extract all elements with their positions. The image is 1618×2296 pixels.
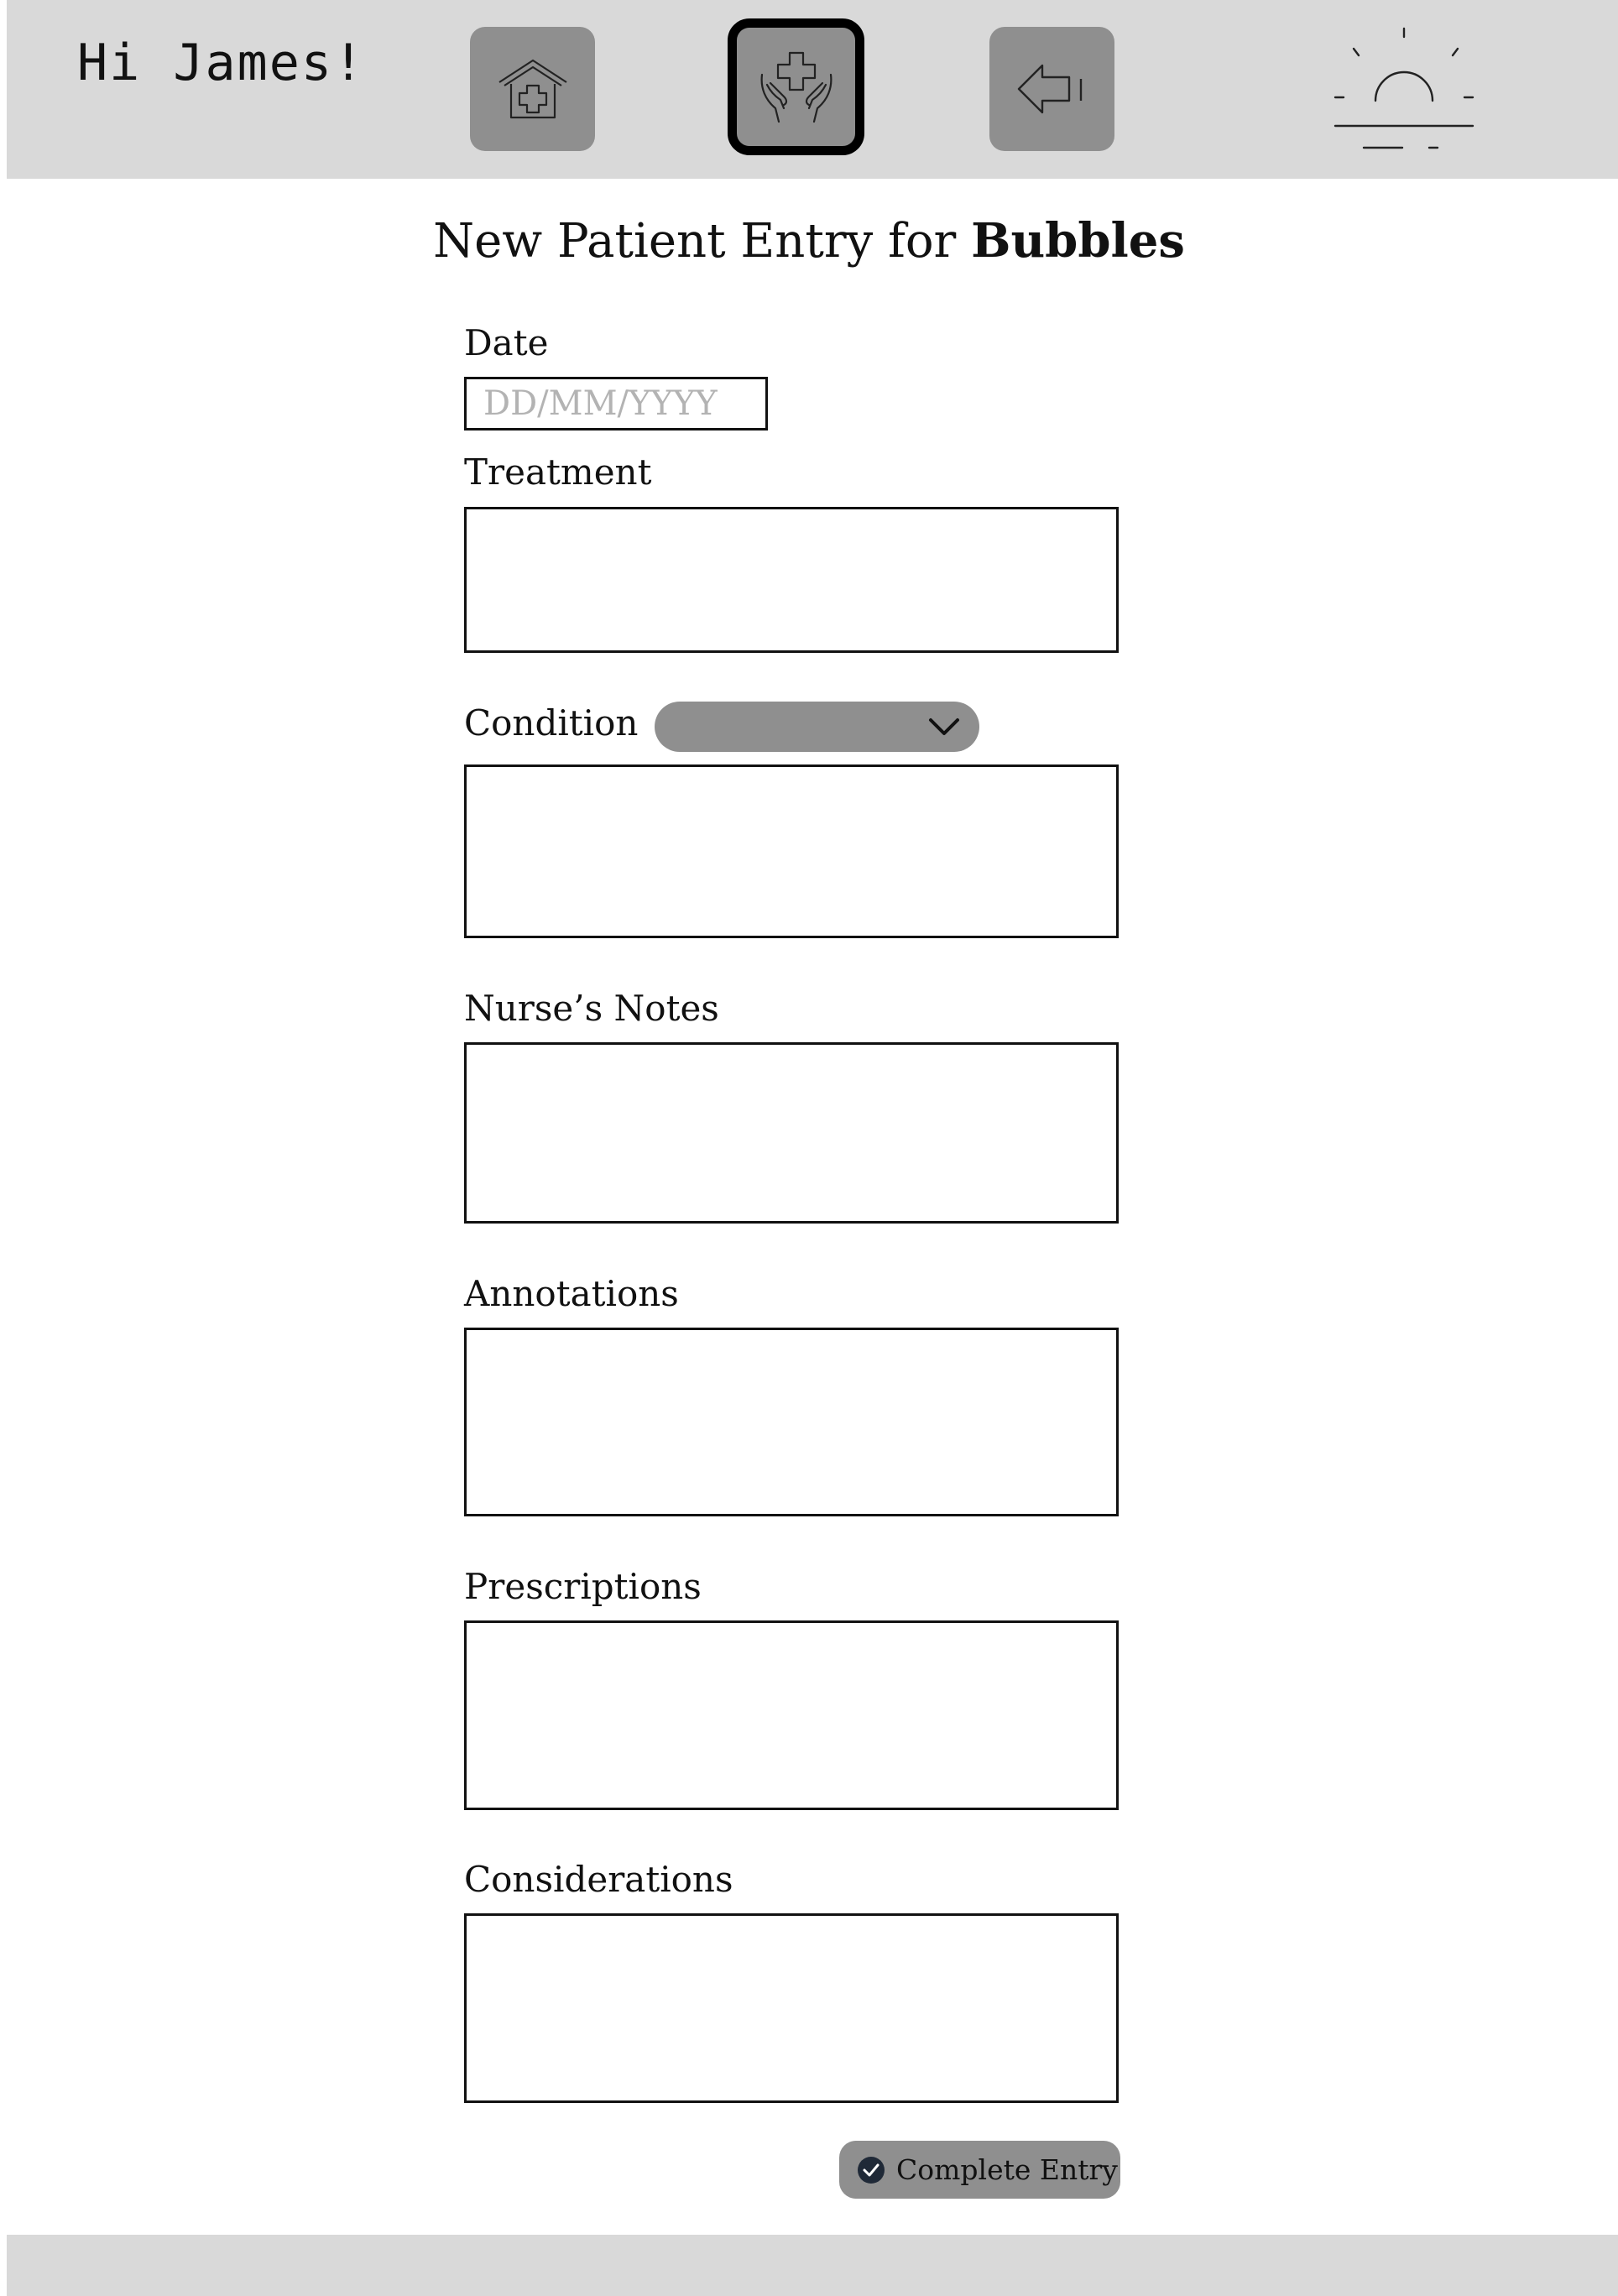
- considerations-field[interactable]: [464, 1913, 1119, 2103]
- hands-care-icon: [760, 51, 832, 123]
- annotations-field[interactable]: [464, 1328, 1119, 1516]
- treatment-label: Treatment: [464, 451, 652, 493]
- condition-label: Condition: [464, 702, 639, 744]
- nurses-notes-field[interactable]: [464, 1042, 1119, 1224]
- complete-entry-label: Complete Entry: [896, 2153, 1118, 2186]
- treatment-field[interactable]: [464, 507, 1119, 653]
- app-footer: [7, 2235, 1618, 2296]
- date-input[interactable]: [464, 377, 768, 430]
- prescriptions-label: Prescriptions: [464, 1566, 702, 1607]
- app-header: Hi James!: [7, 0, 1618, 179]
- condition-select[interactable]: [655, 702, 979, 752]
- nav-back-button[interactable]: [989, 27, 1114, 151]
- complete-entry-button[interactable]: Complete Entry: [839, 2141, 1120, 2199]
- prescriptions-field[interactable]: [464, 1620, 1119, 1810]
- chevron-down-icon: [929, 718, 959, 735]
- sunrise-icon: [1334, 27, 1474, 149]
- title-prefix: New Patient Entry for: [433, 214, 972, 269]
- annotations-label: Annotations: [464, 1273, 679, 1314]
- condition-field[interactable]: [464, 764, 1119, 938]
- date-label: Date: [464, 322, 549, 363]
- greeting: Hi James!: [77, 34, 366, 92]
- page-title: New Patient Entry for Bubbles: [0, 213, 1618, 269]
- hospital-home-icon: [498, 59, 567, 119]
- nav-patient-care-button[interactable]: [728, 18, 864, 155]
- patient-name: Bubbles: [971, 213, 1185, 269]
- nurses-notes-label: Nurse’s Notes: [464, 988, 719, 1029]
- check-circle-icon: [858, 2156, 885, 2184]
- back-arrow-icon: [1017, 64, 1082, 114]
- nav-home-button[interactable]: [470, 27, 595, 151]
- considerations-label: Considerations: [464, 1859, 733, 1900]
